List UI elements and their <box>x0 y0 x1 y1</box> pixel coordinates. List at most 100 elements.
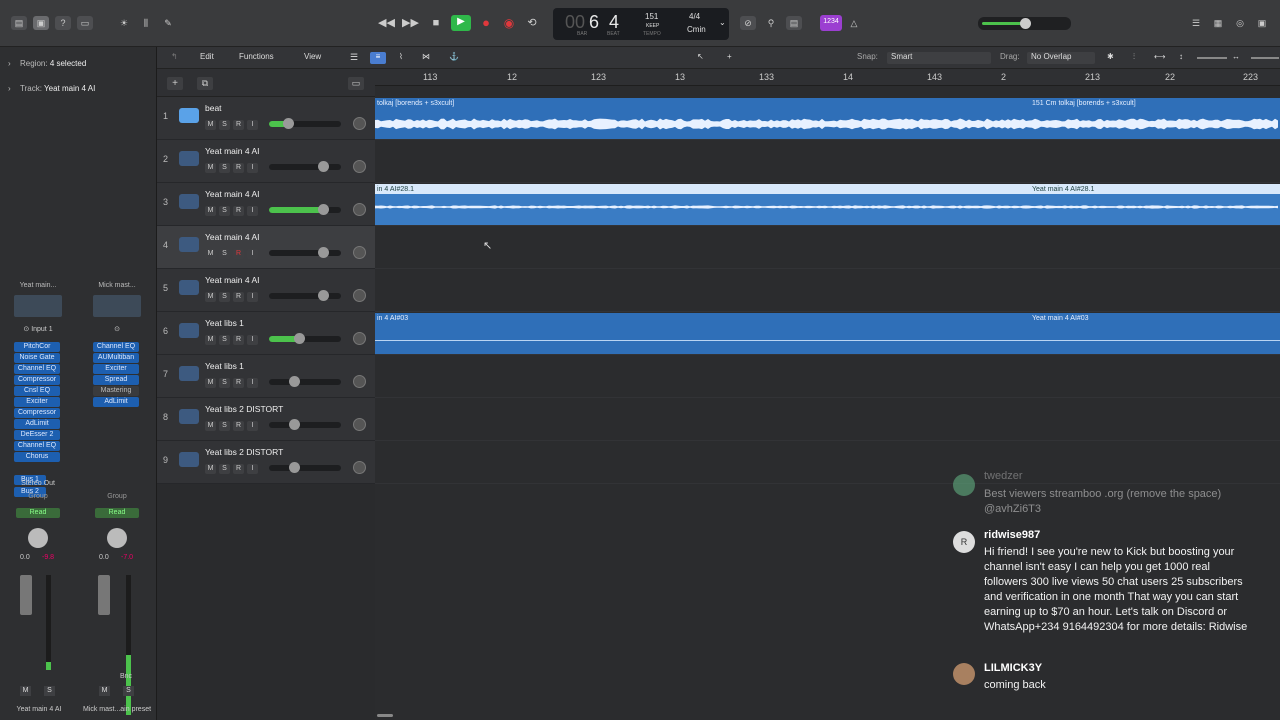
pan-knob[interactable] <box>353 461 366 474</box>
audio-region-vocal[interactable]: in 4 AI#28.1 Yeat main 4 AI#28.1 <box>375 184 1280 225</box>
waveform-icon[interactable] <box>179 151 199 166</box>
fader-knob[interactable] <box>283 118 294 129</box>
vertical-zoom-icon[interactable]: ⫶ <box>1133 52 1135 64</box>
count-in-button[interactable]: 1234 <box>820 15 842 31</box>
note-pad-icon[interactable]: ▤ <box>786 16 802 30</box>
track-name[interactable]: Yeat libs 1 <box>205 318 244 328</box>
waveform-icon[interactable] <box>179 108 199 123</box>
editors-icon[interactable]: ✎ <box>160 16 176 30</box>
fader-knob[interactable] <box>289 376 300 387</box>
volume-fader[interactable] <box>269 161 341 172</box>
plugin-slot[interactable]: Compressor <box>14 375 60 385</box>
track-header[interactable]: 6 Yeat libs 1 MSRI <box>157 312 375 355</box>
pan-knob[interactable] <box>353 332 366 345</box>
record-enable-button[interactable]: R <box>233 378 244 388</box>
region-inspector-row[interactable]: › Region: 4 selected <box>0 51 157 75</box>
track-name[interactable]: Yeat libs 2 DISTORT <box>205 404 283 414</box>
track-name[interactable]: Yeat main 4 AI <box>205 232 260 242</box>
solo-button[interactable]: S <box>219 421 230 431</box>
stop-icon[interactable]: ■ <box>428 16 444 30</box>
solo-button[interactable]: S <box>123 686 134 696</box>
plugin-slot[interactable]: AdLimit <box>14 419 60 429</box>
inspector-icon[interactable]: ▣ <box>33 16 49 30</box>
list-view-icon[interactable]: ☰ <box>350 52 358 64</box>
track-name[interactable]: beat <box>205 103 222 113</box>
record-enable-button[interactable]: R <box>233 206 244 216</box>
pan-knob[interactable] <box>353 418 366 431</box>
track-header[interactable]: 8 Yeat libs 2 DISTORT M S R I <box>157 398 375 441</box>
solo-button[interactable]: S <box>219 206 230 216</box>
mute-button[interactable]: M <box>205 163 216 173</box>
pan-knob[interactable] <box>28 528 48 548</box>
pan-knob[interactable] <box>353 160 366 173</box>
record-enable-button[interactable]: R <box>233 249 244 259</box>
waveform-zoom-icon[interactable]: ✱ <box>1107 52 1114 64</box>
plugin-slot[interactable]: AdLimit <box>93 397 139 407</box>
mute-button[interactable]: M <box>205 378 216 388</box>
secondary-tool-icon[interactable]: + <box>727 52 732 64</box>
solo-button[interactable]: S <box>219 378 230 388</box>
record-enable-button[interactable]: R <box>233 335 244 345</box>
solo-button[interactable]: S <box>44 686 55 696</box>
plugin-slot[interactable]: Exciter <box>93 364 139 374</box>
plugin-slot[interactable]: Compressor <box>14 408 60 418</box>
record-enable-button[interactable]: R <box>233 292 244 302</box>
mute-button[interactable]: M <box>205 120 216 130</box>
pan-knob[interactable] <box>107 528 127 548</box>
horizontal-resize-icon[interactable]: ↔ <box>1232 52 1240 64</box>
waveform-icon[interactable] <box>179 280 199 295</box>
record-enable-button[interactable]: R <box>233 464 244 474</box>
catch-icon[interactable]: ⚓ <box>449 52 459 64</box>
mute-button[interactable]: M <box>205 421 216 431</box>
link-icon[interactable]: ⊙ <box>93 325 141 337</box>
track-header[interactable]: 2 Yeat main 4 AI M S R I <box>157 140 375 183</box>
plugin-slot[interactable]: PitchCor <box>14 342 60 352</box>
track-name[interactable]: Yeat main 4 AI <box>205 189 260 199</box>
solo-button[interactable]: S <box>219 335 230 345</box>
input-monitor-button[interactable]: I <box>247 421 258 431</box>
master-volume-slider[interactable] <box>978 17 1071 30</box>
add-track-button[interactable]: + <box>167 77 183 90</box>
input-monitor-button[interactable]: I <box>247 292 258 302</box>
volume-fader[interactable] <box>269 419 341 430</box>
vertical-resize-icon[interactable]: ↕ <box>1179 52 1183 64</box>
tuner-icon[interactable]: ⚲ <box>763 16 779 30</box>
lcd-display[interactable]: 00 6 4 BAR BEAT 151 KEEP TEMPO 4/4 Cmin … <box>553 8 729 40</box>
mute-button[interactable]: M <box>99 686 110 696</box>
volume-fader[interactable] <box>20 575 32 615</box>
plugin-slot[interactable]: Channel EQ <box>14 364 60 374</box>
plugin-slot[interactable]: DeEsser 2 <box>14 430 60 440</box>
waveform-icon[interactable] <box>179 366 199 381</box>
solo-button[interactable]: S <box>219 292 230 302</box>
eq-thumbnail[interactable] <box>93 295 141 317</box>
pan-knob[interactable] <box>353 375 366 388</box>
solo-button[interactable]: S <box>219 464 230 474</box>
group-slot[interactable]: Group <box>93 493 141 500</box>
track-name[interactable]: Yeat main 4 AI <box>205 275 260 285</box>
back-arrow-icon[interactable]: ↰ <box>171 52 178 64</box>
mute-button[interactable]: M <box>205 464 216 474</box>
global-tracks-icon[interactable]: ▭ <box>348 77 364 90</box>
mute-button[interactable]: M <box>205 292 216 302</box>
vertical-zoom-slider[interactable] <box>1197 57 1227 59</box>
horizontal-zoom-icon[interactable]: ⟷ <box>1154 52 1165 64</box>
horizontal-scrollbar[interactable] <box>377 714 393 717</box>
fader-knob[interactable] <box>318 247 329 258</box>
fader-knob[interactable] <box>289 419 300 430</box>
record-button[interactable]: ● <box>478 16 494 30</box>
audio-region-libs[interactable]: in 4 AI#03 Yeat main 4 AI#03 <box>375 313 1280 354</box>
plugin-slot[interactable]: Cnsl EQ <box>14 386 60 396</box>
eq-thumbnail[interactable] <box>14 295 62 317</box>
input-monitor-button[interactable]: I <box>247 378 258 388</box>
list-icon[interactable]: ☰ <box>1188 16 1204 30</box>
flex-icon[interactable]: ⋈ <box>422 52 430 64</box>
waveform-icon[interactable] <box>179 323 199 338</box>
library-icon[interactable]: ▤ <box>11 16 27 30</box>
plugin-slot[interactable]: Exciter <box>14 397 60 407</box>
edit-menu[interactable]: Edit <box>200 52 214 64</box>
plugin-slot[interactable]: AUMultiban <box>93 353 139 363</box>
waveform-icon[interactable] <box>179 194 199 209</box>
solo-button[interactable]: S <box>219 249 230 259</box>
volume-fader[interactable] <box>269 333 341 344</box>
group-slot[interactable]: Group <box>14 493 62 500</box>
